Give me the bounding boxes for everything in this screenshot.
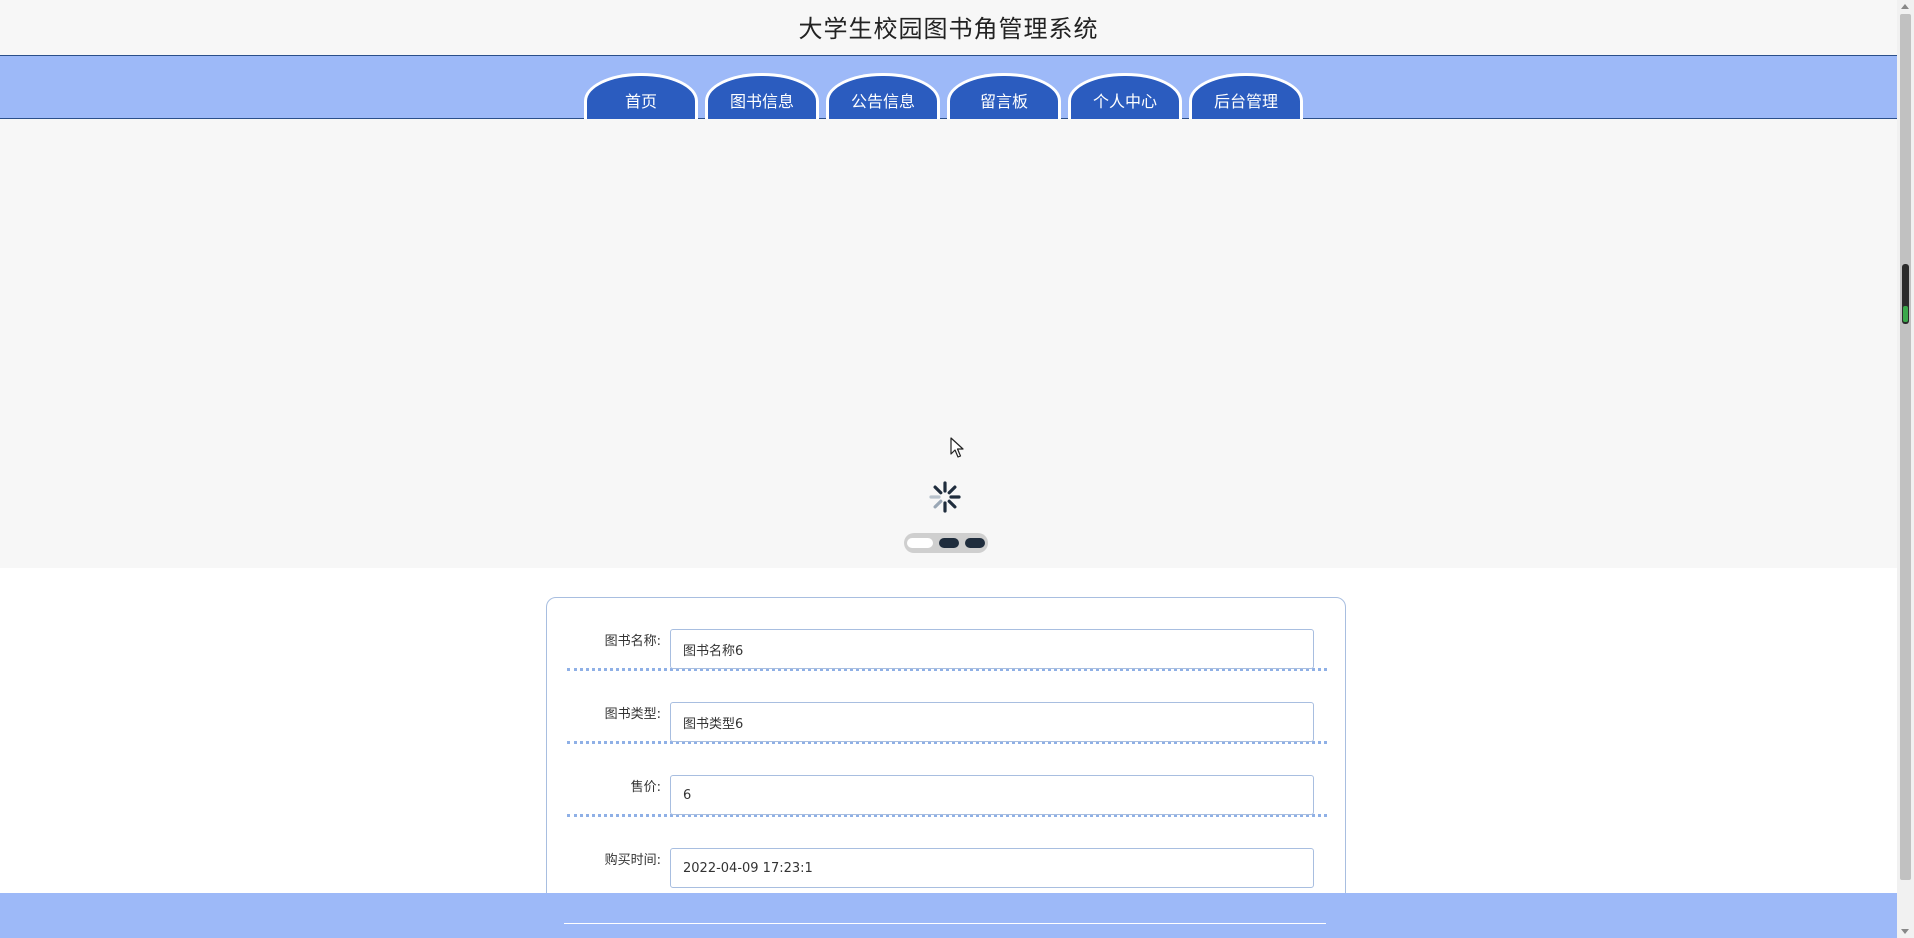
nav-tab-message-board[interactable]: 留言板 <box>947 73 1061 119</box>
site-title: 大学生校园图书角管理系统 <box>798 15 1099 43</box>
book-name-label: 图书名称: <box>604 634 661 649</box>
carousel-dot-1[interactable] <box>907 538 933 548</box>
nav-tab-book-info[interactable]: 图书信息 <box>705 73 819 119</box>
loading-spinner-icon <box>929 481 961 513</box>
mouse-cursor-icon <box>950 437 964 458</box>
page-scrollbar[interactable] <box>1897 0 1914 938</box>
scroll-thumb[interactable] <box>1900 14 1911 880</box>
purchase-time-label: 购买时间: <box>604 853 661 868</box>
nav-tab-admin[interactable]: 后台管理 <box>1189 73 1303 119</box>
nav-tabs: 首页 图书信息 公告信息 留言板 个人中心 后台管理 <box>584 73 1303 119</box>
book-type-input[interactable]: 图书类型6 <box>670 702 1314 742</box>
nav-tab-announcements[interactable]: 公告信息 <box>826 73 940 119</box>
carousel-dot-2[interactable] <box>939 538 959 548</box>
book-name-input[interactable]: 图书名称6 <box>670 629 1314 669</box>
main-nav: 首页 图书信息 公告信息 留言板 个人中心 后台管理 <box>0 56 1897 119</box>
book-type-label: 图书类型: <box>604 707 661 722</box>
nav-tab-home[interactable]: 首页 <box>584 73 698 119</box>
carousel-indicators <box>904 533 988 553</box>
scroll-highlight-marker <box>1903 306 1908 322</box>
form-row-price: 售价: 6 <box>567 744 1327 817</box>
book-detail-card: 图书名称: 图书名称6 图书类型: 图书类型6 售价: 6 购买时间: 2022… <box>546 597 1346 938</box>
site-footer <box>0 893 1897 938</box>
purchase-time-input[interactable]: 2022-04-09 17:23:1 <box>670 848 1314 888</box>
form-row-book-type: 图书类型: 图书类型6 <box>567 671 1327 744</box>
price-label: 售价: <box>630 780 661 795</box>
scroll-up-arrow-icon[interactable] <box>1901 4 1909 9</box>
scroll-down-arrow-icon[interactable] <box>1901 929 1909 934</box>
form-row-purchase-time: 购买时间: 2022-04-09 17:23:1 <box>567 817 1327 890</box>
nav-tab-personal-center[interactable]: 个人中心 <box>1068 73 1182 119</box>
footer-divider <box>564 923 1326 924</box>
page: 大学生校园图书角管理系统 首页 图书信息 公告信息 留言板 个人中心 后台管理 <box>0 0 1914 938</box>
site-header: 大学生校园图书角管理系统 <box>0 0 1897 56</box>
price-input[interactable]: 6 <box>670 775 1314 815</box>
carousel-dot-3[interactable] <box>965 538 985 548</box>
form-row-book-name: 图书名称: 图书名称6 <box>567 598 1327 671</box>
